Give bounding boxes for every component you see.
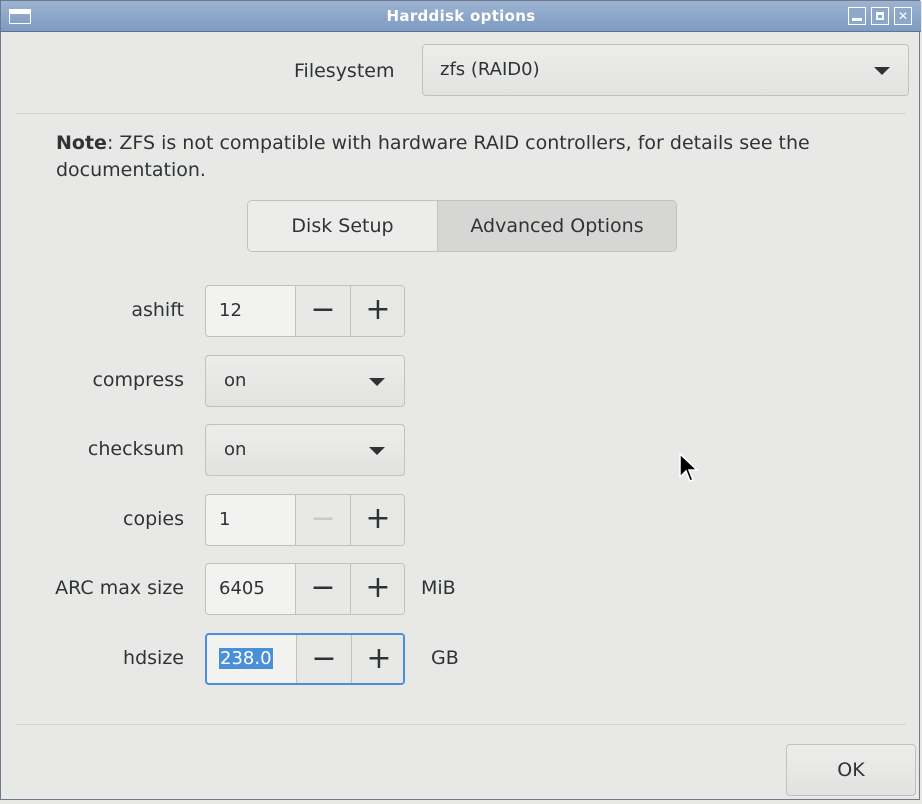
hdsize-increment-button[interactable]: +: [351, 635, 403, 683]
chevron-down-icon: [874, 67, 890, 75]
compress-dropdown[interactable]: on: [205, 355, 405, 407]
compress-value: on: [224, 370, 247, 391]
checksum-dropdown[interactable]: on: [205, 424, 405, 476]
maximize-button[interactable]: [871, 7, 889, 25]
hdsize-spinbutton: 238.0 − +: [205, 633, 405, 685]
arc-max-size-value: 6405: [219, 578, 265, 599]
chevron-down-icon: [369, 447, 385, 455]
minimize-button[interactable]: [848, 7, 866, 25]
note-prefix: Note: [56, 132, 107, 154]
copies-label: copies: [123, 508, 184, 530]
ashift-input[interactable]: 12: [206, 286, 295, 336]
hdsize-decrement-button[interactable]: −: [296, 635, 351, 683]
chevron-down-icon: [369, 378, 385, 386]
copies-increment-button[interactable]: +: [350, 495, 404, 545]
arc-max-size-input[interactable]: 6405: [206, 564, 295, 614]
ok-button[interactable]: OK: [786, 744, 916, 796]
compress-label: compress: [92, 369, 184, 391]
filesystem-dropdown[interactable]: zfs (RAID0): [422, 44, 909, 96]
separator: [16, 113, 906, 114]
ashift-decrement-button[interactable]: −: [295, 286, 350, 336]
copies-value: 1: [219, 509, 231, 530]
tab-switcher: Disk Setup Advanced Options: [247, 200, 677, 252]
harddisk-options-dialog: Harddisk options ✕ Filesystem zfs (RAID0…: [0, 0, 921, 800]
filesystem-value: zfs (RAID0): [440, 59, 540, 80]
arc-max-size-decrement-button[interactable]: −: [295, 564, 350, 614]
close-button[interactable]: ✕: [894, 7, 912, 25]
arc-max-size-spinbutton: 6405 − +: [205, 563, 405, 615]
filesystem-label: Filesystem: [294, 60, 395, 82]
mouse-pointer-icon: [679, 453, 699, 482]
hdsize-value: 238.0: [219, 648, 273, 669]
checksum-label: checksum: [87, 438, 184, 460]
hdsize-input[interactable]: 238.0: [207, 635, 296, 683]
tab-disk-setup[interactable]: Disk Setup: [248, 201, 438, 251]
separator: [16, 724, 906, 725]
arc-max-size-label: ARC max size: [55, 577, 184, 599]
ashift-label: ashift: [131, 299, 184, 321]
ashift-spinbutton: 12 − +: [205, 285, 405, 337]
hdsize-label: hdsize: [123, 647, 184, 669]
arc-max-size-unit: MiB: [421, 577, 456, 599]
note-text: : ZFS is not compatible with hardware RA…: [56, 132, 810, 181]
ashift-value: 12: [219, 300, 242, 321]
copies-spinbutton: 1 − +: [205, 494, 405, 546]
tab-advanced-options[interactable]: Advanced Options: [438, 201, 676, 251]
copies-decrement-button[interactable]: −: [295, 495, 350, 545]
title-bar[interactable]: Harddisk options ✕: [1, 1, 921, 32]
hdsize-unit: GB: [431, 647, 459, 669]
checksum-value: on: [224, 439, 247, 460]
arc-max-size-increment-button[interactable]: +: [350, 564, 404, 614]
window-title: Harddisk options: [386, 7, 536, 25]
zfs-note: Note: ZFS is not compatible with hardwar…: [56, 130, 896, 184]
copies-input[interactable]: 1: [206, 495, 295, 545]
ashift-increment-button[interactable]: +: [350, 286, 404, 336]
